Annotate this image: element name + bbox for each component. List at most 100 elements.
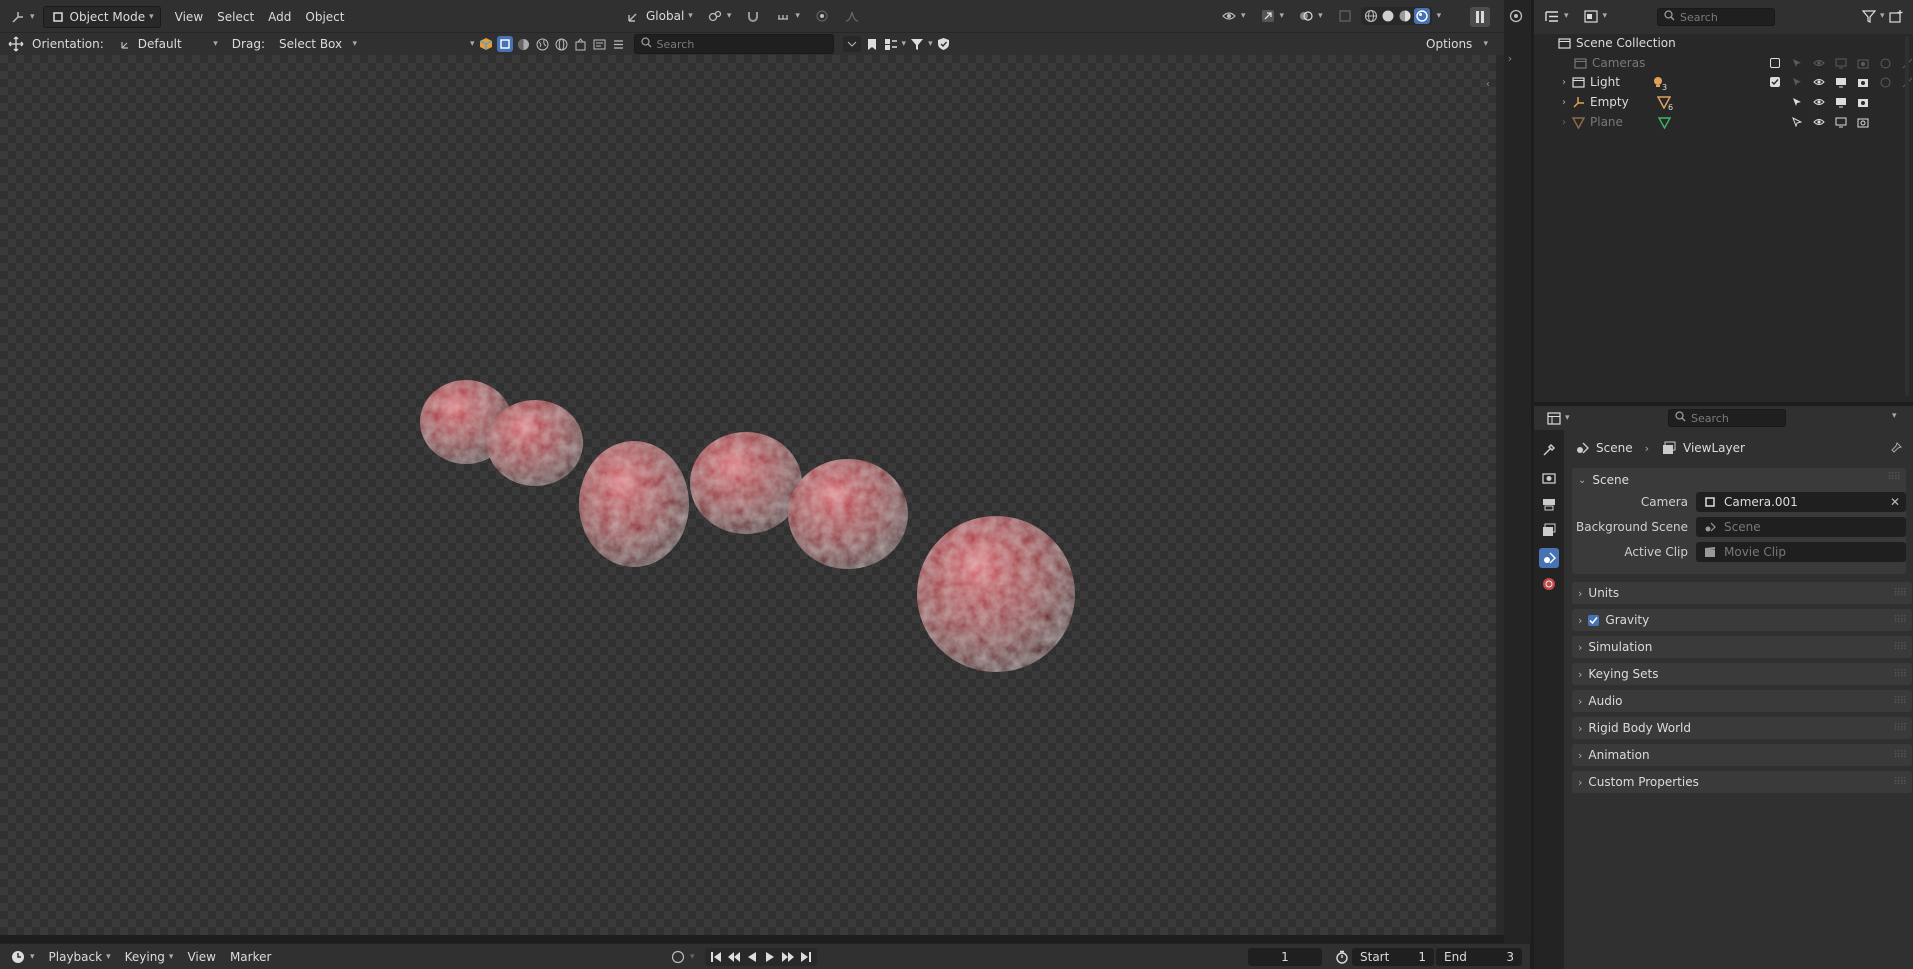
pin-icon[interactable] (1888, 440, 1904, 456)
menu-add[interactable]: Add (262, 7, 297, 27)
tab-scene-icon[interactable] (1539, 548, 1559, 568)
expand-arrow-icon[interactable]: › (1562, 117, 1566, 128)
chevron-down-icon[interactable]: ▾ (1603, 11, 1608, 21)
panel-rigid-body-world[interactable]: › Rigid Body World ⠿⠿ (1572, 717, 1912, 739)
filter-icon[interactable] (1861, 8, 1877, 24)
chevron-down-icon[interactable]: ▾ (928, 39, 933, 49)
overlays-toggle[interactable]: ▾ (1292, 6, 1329, 26)
drag-grip-icon[interactable]: ⠿⠿ (1893, 588, 1907, 599)
selectable-arrow-icon[interactable] (1789, 55, 1805, 71)
tab-tool-icon[interactable] (1541, 442, 1557, 458)
wireframe-shading-icon[interactable] (1363, 8, 1379, 24)
start-frame-field[interactable]: Start 1 (1352, 948, 1434, 966)
play-icon[interactable] (762, 949, 778, 965)
background-scene-field[interactable]: Scene (1696, 517, 1906, 537)
drag-dropdown[interactable]: Select Box ▾ (273, 34, 363, 54)
stopwatch-icon[interactable] (1334, 949, 1350, 965)
keying-menu[interactable]: Keying ▾ (119, 947, 180, 967)
eye-icon[interactable] (1811, 94, 1827, 110)
properties-search-input[interactable]: Search (1668, 409, 1786, 427)
active-clip-field[interactable]: Movie Clip (1696, 542, 1906, 562)
chevron-down-icon[interactable]: ▾ (1880, 11, 1885, 21)
new-collection-icon[interactable] (1888, 8, 1904, 24)
pivot-point-dropdown[interactable]: ▾ (701, 6, 738, 26)
holdout-icon[interactable] (1877, 55, 1893, 71)
hdri-filter-icon[interactable] (554, 36, 570, 52)
drag-grip-icon[interactable]: ⠿⠿ (1887, 472, 1901, 483)
eye-icon[interactable] (1811, 114, 1827, 130)
jump-start-icon[interactable] (708, 949, 724, 965)
drag-grip-icon[interactable]: ⠿⠿ (1893, 750, 1907, 761)
jump-end-icon[interactable] (798, 949, 814, 965)
properties-editor-icon[interactable] (1546, 410, 1562, 426)
display-mode-icon[interactable] (1583, 8, 1599, 24)
menu-select[interactable]: Select (211, 7, 260, 27)
tab-render-icon[interactable] (1541, 470, 1557, 486)
camera-field[interactable]: Camera.001 ✕ (1696, 492, 1906, 512)
play-reverse-icon[interactable] (744, 949, 760, 965)
collapse-chevron-icon[interactable]: ▾ (470, 39, 475, 49)
object-visibility-dropdown[interactable]: ▾ (1215, 6, 1252, 26)
editor-type-button[interactable]: ▾ (4, 7, 41, 27)
holdout-icon[interactable] (1877, 74, 1893, 90)
expand-arrow-icon[interactable]: › (1562, 97, 1566, 108)
timeline-view-menu[interactable]: View (181, 947, 221, 967)
view-layer-icon[interactable] (1506, 6, 1526, 26)
asset-search-input[interactable]: Search (633, 34, 834, 54)
outliner-item-light[interactable]: › Light 3 (1534, 72, 1913, 92)
chevron-down-icon[interactable]: ▾ (1892, 411, 1897, 421)
exclude-checkbox[interactable] (1770, 58, 1780, 68)
xray-toggle[interactable] (1331, 6, 1359, 26)
chevron-down-icon[interactable]: ▾ (690, 952, 695, 962)
tab-output-icon[interactable] (1541, 496, 1557, 512)
world-filter-icon[interactable] (535, 36, 551, 52)
mode-dropdown[interactable]: Object Mode ▾ (42, 6, 161, 28)
chevron-down-icon[interactable]: ▾ (1564, 11, 1569, 21)
selectable-arrow-icon[interactable] (1789, 114, 1805, 130)
object-filter-icon[interactable] (496, 36, 513, 52)
node-group-filter-icon[interactable] (592, 36, 608, 52)
outliner-item-empty[interactable]: › Empty 6 (1534, 92, 1913, 112)
snap-toggle[interactable] (739, 6, 767, 26)
tab-view-layer-icon[interactable] (1541, 522, 1557, 538)
chevron-down-icon[interactable]: ▾ (1565, 413, 1570, 423)
menu-object[interactable]: Object (299, 7, 350, 27)
scene-panel-header[interactable]: ⌄ Scene (1578, 470, 1629, 490)
rendered-shading-icon[interactable] (1413, 8, 1430, 24)
orientation-dropdown[interactable]: Default ▾ (112, 34, 224, 54)
sidebar-toggle-icon[interactable]: ‹ (1486, 79, 1490, 90)
gizmo-toggle[interactable]: ▾ (1254, 6, 1291, 26)
outliner-scrollbar[interactable] (1905, 36, 1909, 396)
options-dropdown[interactable]: Options ▾ (1420, 34, 1494, 54)
filter-icon[interactable] (909, 36, 925, 52)
transform-orientation-dropdown[interactable]: Global ▾ (620, 6, 699, 26)
monitor-icon[interactable] (1833, 114, 1849, 130)
scene-collection-row[interactable]: Scene Collection (1534, 33, 1913, 53)
drag-grip-icon[interactable]: ⠿⠿ (1893, 723, 1907, 734)
proportional-falloff-dropdown[interactable] (838, 6, 866, 26)
panel-audio[interactable]: › Audio ⠿⠿ (1572, 690, 1912, 712)
panel-animation[interactable]: › Animation ⠿⠿ (1572, 744, 1912, 766)
menu-view[interactable]: View (169, 7, 209, 27)
auto-keying-icon[interactable] (670, 949, 686, 965)
outliner-search-input[interactable]: Search (1657, 8, 1775, 26)
snap-target-dropdown[interactable]: ▾ (769, 6, 806, 26)
clear-icon[interactable]: ✕ (1890, 495, 1900, 509)
pose-filter-icon[interactable] (611, 36, 627, 52)
display-mode-icon[interactable] (883, 36, 899, 52)
jump-keyframe-forward-icon[interactable] (780, 949, 796, 965)
end-frame-field[interactable]: End 3 (1436, 948, 1522, 966)
3d-viewport[interactable]: ‹ (0, 55, 1496, 935)
eye-icon[interactable] (1811, 55, 1827, 71)
monitor-icon[interactable] (1833, 74, 1849, 90)
drag-grip-icon[interactable]: ⠿⠿ (1893, 777, 1907, 788)
outliner-item-plane[interactable]: › Plane (1534, 112, 1913, 132)
drag-grip-icon[interactable]: ⠿⠿ (1893, 642, 1907, 653)
tab-world-icon[interactable] (1541, 576, 1557, 592)
timeline-editor-type-button[interactable]: ▾ (4, 947, 41, 967)
drag-grip-icon[interactable]: ⠿⠿ (1893, 696, 1907, 707)
panel-keying-sets[interactable]: › Keying Sets ⠿⠿ (1572, 663, 1912, 685)
monitor-icon[interactable] (1833, 94, 1849, 110)
marker-menu[interactable]: Marker (224, 947, 277, 967)
expand-arrow-icon[interactable]: › (1562, 77, 1566, 88)
